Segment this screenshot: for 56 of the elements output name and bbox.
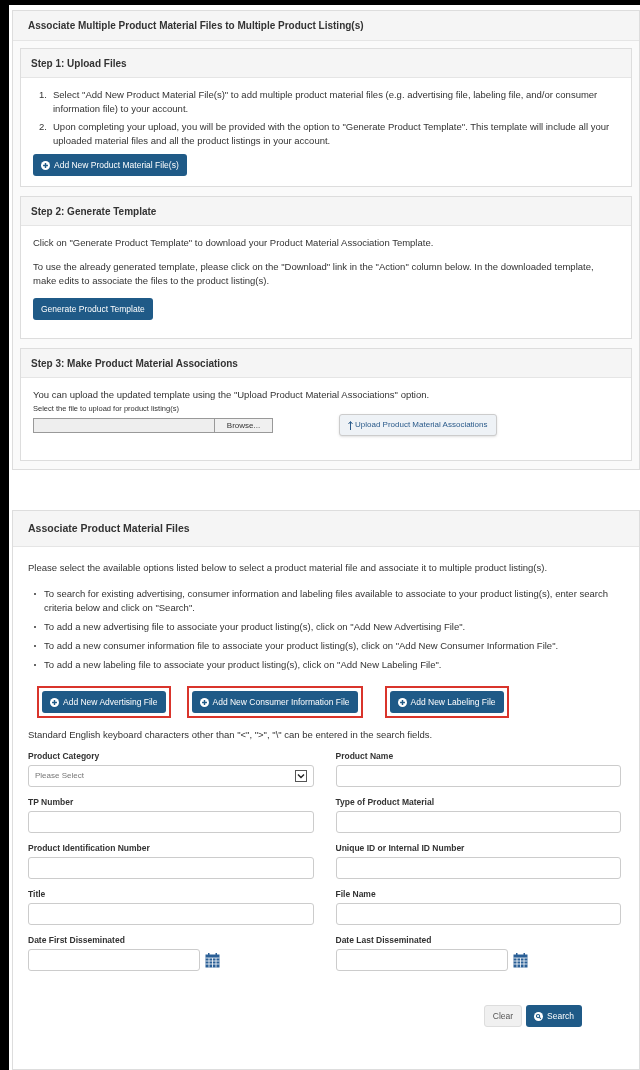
field-label: TP Number (28, 796, 75, 808)
add-file-button[interactable]: Add New Advertising File (42, 691, 166, 713)
field-label: Product Identification Number (28, 842, 151, 854)
instruction-text: To add a new labeling file to associate your product listing(s), click on "Add New Labeling File". (44, 658, 442, 672)
chevron-down-icon (294, 770, 307, 782)
dropdown[interactable]: Please Select (28, 765, 314, 787)
plus-circle-icon (41, 160, 50, 170)
input-field[interactable] (335, 857, 621, 879)
instruction-text: To search for existing advertising, consumer information and labeling files available to associate to your product listing(s), enter search criteria below and click on "Search". (44, 587, 609, 615)
field-label: Title (28, 888, 47, 900)
input-field[interactable] (335, 765, 621, 787)
step-title: Step 3: Make Product Material Associations (21, 349, 631, 378)
upload-button[interactable]: Upload Product Material Associations (339, 414, 497, 436)
add-file-button[interactable]: Add New Consumer Information File (191, 691, 358, 713)
instruction-text: To add a new advertising file to associate your product listing(s), click on "Add New Advertising File". (44, 620, 466, 634)
instruction-text: Click on "Generate Product Template" to download your Product Material Association Template. (33, 236, 435, 250)
list-number: 1. (39, 88, 48, 102)
instruction-text: Please select the available options listed below to select a product material file and associate it to multiple product listing(s). (28, 561, 549, 575)
instruction-text: To add a new consumer information file to associate your product listing(s), click on "Add New Consumer Information File". (44, 639, 559, 653)
instruction-text: Select "Add New Product Material File(s)" to add multiple product material files (e.g. advertising file, labeling file, and/or consumer information file) to your account. (53, 88, 599, 116)
file-input[interactable]: Browse... (33, 417, 273, 433)
calendar-icon[interactable] (205, 952, 220, 968)
input-field[interactable] (28, 811, 314, 833)
field-label: Product Name (335, 750, 395, 762)
field-label: File Name (335, 888, 377, 900)
date-field[interactable] (28, 949, 200, 971)
plus-circle-icon (199, 697, 209, 707)
instruction-text: Standard English keyboard characters other than "<", ">", "\" can be entered in the search fields. (28, 728, 434, 742)
calendar-icon[interactable] (512, 952, 528, 968)
plus-circle-icon (50, 697, 59, 707)
input-field[interactable] (335, 903, 621, 925)
up-arrow-icon (348, 420, 353, 430)
panel-title: Associate Product Material Files (13, 511, 639, 547)
field-label: Date First Disseminated (28, 934, 126, 946)
search-button[interactable]: Search (526, 1005, 582, 1027)
instruction-text: You can upload the updated template using the "Upload Product Material Associations" option. (33, 388, 431, 402)
step-title: Step 1: Upload Files (21, 49, 631, 78)
plus-circle-icon (397, 697, 407, 707)
panel-title: Associate Multiple Product Material Files to Multiple Product Listing(s) (13, 11, 639, 41)
field-label: Unique ID or Internal ID Number (335, 842, 466, 854)
instruction-text: Upon completing your upload, you will be provided with the option to "Generate Product Template". This template will include all your uploaded material files and all the product listings in your account. (53, 120, 611, 148)
field-label: Product Category (28, 750, 101, 762)
add-file-button[interactable]: Add New Labeling File (389, 691, 504, 713)
input-field[interactable] (335, 811, 621, 833)
step-title: Step 2: Generate Template (21, 197, 631, 226)
list-number: 2. (39, 120, 48, 134)
generate-template-button[interactable]: Generate Product Template (33, 298, 153, 320)
input-field[interactable] (28, 903, 314, 925)
instruction-text: To use the already generated template, please click on the "Download" link in the "Action" column below. In the downloaded template, make edits to associate the files to the product listing(s). (33, 260, 595, 288)
input-field[interactable] (28, 857, 314, 879)
add-files-button[interactable]: Add New Product Material File(s) (33, 154, 187, 176)
clear-button[interactable]: Clear (483, 1005, 523, 1027)
search-icon (534, 1011, 544, 1021)
field-label: Type of Product Material (335, 796, 436, 808)
field-label: Date Last Disseminated (335, 934, 433, 946)
date-field[interactable] (335, 949, 508, 971)
